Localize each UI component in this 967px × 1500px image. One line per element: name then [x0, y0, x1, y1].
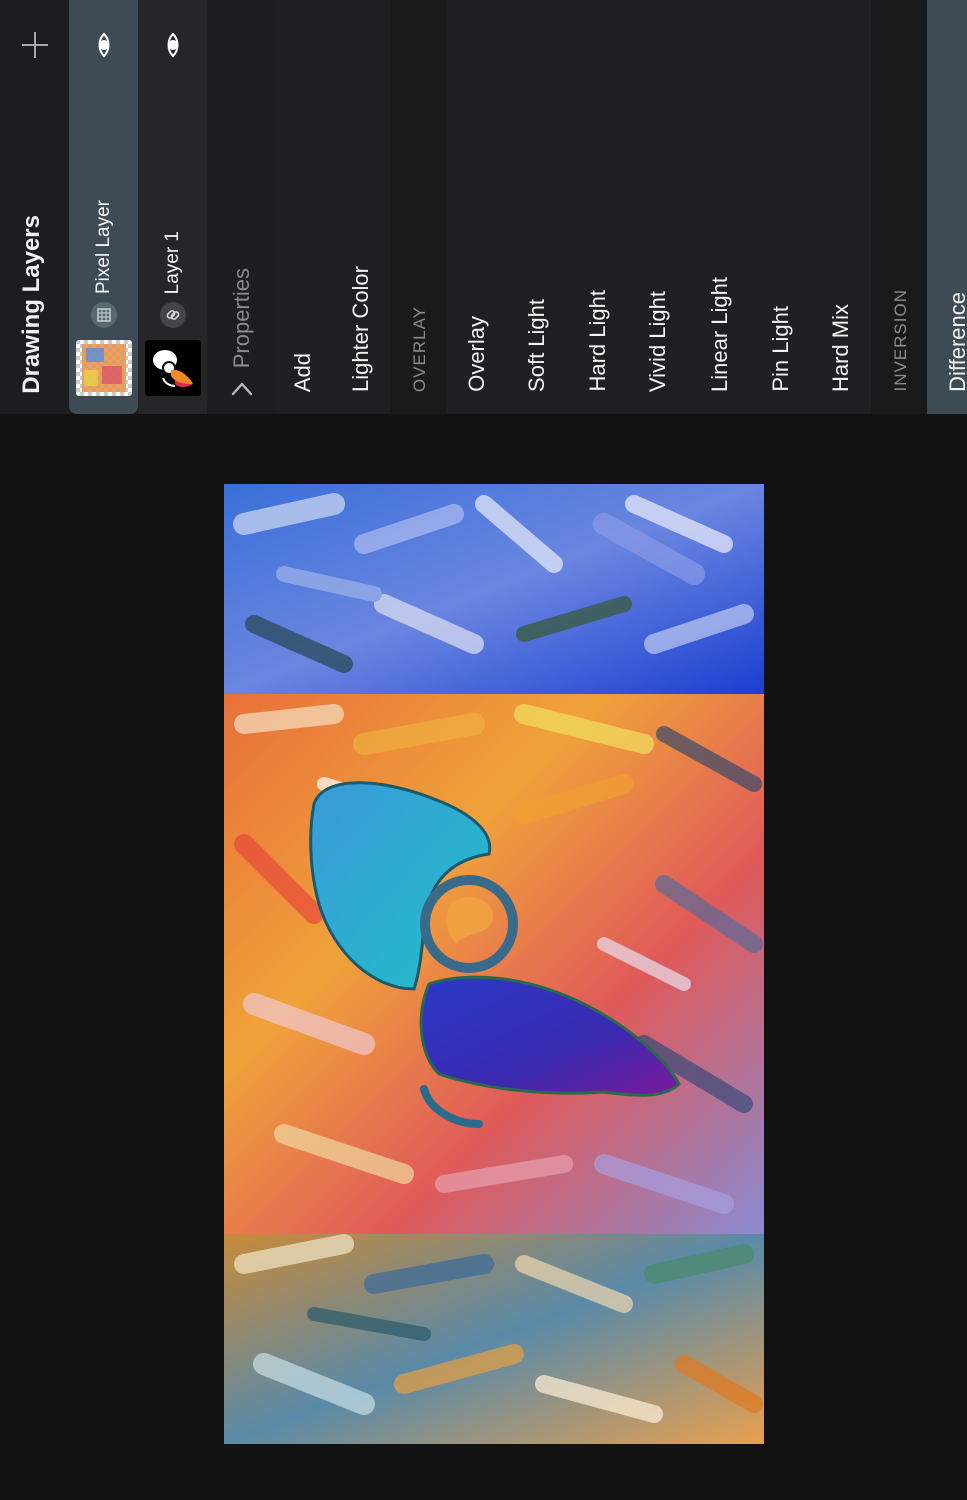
artwork: [224, 484, 764, 1444]
blend-mode-label: Hard Mix: [828, 303, 853, 392]
layer-thumbnail: [145, 340, 201, 396]
blend-mode-lighter-color[interactable]: Lighter Color: [330, 0, 391, 414]
eye-icon[interactable]: [91, 32, 117, 58]
blend-mode-label: Hard Light: [585, 290, 610, 392]
blend-mode-hard-light[interactable]: Hard Light: [567, 0, 628, 414]
blend-mode-label: Vivid Light: [645, 290, 670, 392]
drawing-canvas[interactable]: [224, 484, 764, 1444]
properties-header[interactable]: Properties: [207, 0, 276, 414]
section-label: OVERLAY: [410, 305, 429, 392]
section-label: INVERSION: [891, 289, 910, 392]
blend-mode-overlay[interactable]: Overlay: [446, 0, 507, 414]
plus-icon[interactable]: [18, 28, 52, 62]
blend-mode-add[interactable]: Add: [276, 0, 331, 414]
blend-mode-difference[interactable]: Difference: [927, 0, 967, 414]
properties-label: Properties: [229, 267, 254, 368]
blend-mode-label: Linear Light: [707, 277, 732, 392]
layer-row-layer-1[interactable]: Layer 1: [138, 0, 207, 414]
blend-mode-label: Overlay: [464, 316, 489, 392]
layers-panel: Drawing Layers Pixel Layer Layer 1 Prope…: [0, 0, 967, 414]
blend-mode-label: Pin Light: [768, 306, 793, 392]
blend-mode-label: Add: [290, 352, 315, 392]
blend-mode-hard-mix[interactable]: Hard Mix: [810, 0, 872, 414]
layer-row-pixel-layer[interactable]: Pixel Layer: [69, 0, 138, 414]
eye-icon[interactable]: [160, 32, 186, 58]
panel-header: Drawing Layers: [0, 0, 69, 414]
chevron-left-icon[interactable]: [229, 376, 255, 402]
panel-title: Drawing Layers: [18, 215, 45, 394]
section-header-overlay: OVERLAY: [390, 0, 446, 414]
layer-name: Pixel Layer: [93, 200, 114, 294]
blend-mode-pin-light[interactable]: Pin Light: [750, 0, 811, 414]
layer-name: Layer 1: [162, 230, 183, 294]
blend-mode-linear-light[interactable]: Linear Light: [688, 0, 751, 414]
link-icon: [160, 302, 186, 328]
section-header-inversion: INVERSION: [871, 0, 927, 414]
layer-thumbnail: [76, 340, 132, 396]
blend-mode-label: Difference: [945, 292, 967, 392]
blend-mode-label: Lighter Color: [348, 266, 373, 392]
blend-mode-label: Soft Light: [524, 299, 549, 392]
blend-mode-vivid-light[interactable]: Vivid Light: [627, 0, 689, 414]
blend-mode-soft-light[interactable]: Soft Light: [506, 0, 568, 414]
pixel-grid-icon: [91, 302, 117, 328]
